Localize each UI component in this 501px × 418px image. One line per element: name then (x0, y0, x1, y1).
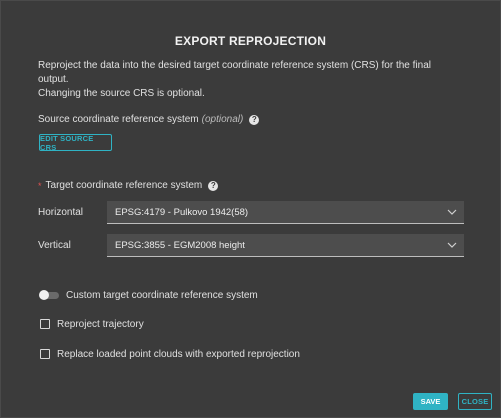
horizontal-crs-select[interactable]: EPSG:4179 - Pulkovo 1942(58) (107, 201, 464, 224)
chevron-down-icon (447, 209, 457, 215)
help-icon[interactable]: ? (249, 114, 260, 125)
save-button[interactable]: SAVE (413, 393, 448, 410)
source-crs-label: Source coordinate reference system (opti… (38, 114, 260, 125)
reproject-trajectory-label: Reproject trajectory (57, 319, 144, 330)
custom-target-crs-label: Custom target coordinate reference syste… (66, 290, 258, 301)
vertical-crs-select[interactable]: EPSG:3855 - EGM2008 height (107, 234, 464, 257)
source-crs-label-text: Source coordinate reference system (38, 114, 199, 125)
target-crs-label: * Target coordinate reference system ? (38, 180, 219, 191)
description-line-2: Changing the source CRS is optional. (38, 88, 205, 99)
horizontal-crs-value: EPSG:4179 - Pulkovo 1942(58) (115, 206, 249, 218)
horizontal-label: Horizontal (38, 207, 84, 218)
close-button[interactable]: CLOSE (458, 393, 492, 410)
description-line-1: Reproject the data into the desired targ… (38, 60, 431, 85)
replace-point-clouds-label: Replace loaded point clouds with exporte… (57, 349, 300, 360)
edit-source-crs-button[interactable]: EDIT SOURCE CRS (39, 134, 112, 152)
vertical-crs-value: EPSG:3855 - EGM2008 height (115, 239, 245, 251)
dialog-title: EXPORT REPROJECTION (174, 34, 327, 48)
target-crs-label-text: Target coordinate reference system (45, 180, 203, 191)
source-crs-optional-text: (optional) (201, 114, 244, 125)
reproject-trajectory-checkbox[interactable] (40, 319, 50, 329)
replace-point-clouds-checkbox[interactable] (40, 349, 50, 359)
custom-target-crs-toggle[interactable] (39, 290, 59, 300)
chevron-down-icon (447, 242, 457, 248)
help-icon[interactable]: ? (208, 180, 219, 191)
export-reprojection-dialog: EXPORT REPROJECTION Reproject the data i… (0, 0, 501, 418)
vertical-label: Vertical (38, 240, 71, 251)
toggle-thumb (39, 290, 49, 300)
required-marker: * (38, 180, 42, 191)
dialog-description: Reproject the data into the desired targ… (38, 59, 458, 101)
